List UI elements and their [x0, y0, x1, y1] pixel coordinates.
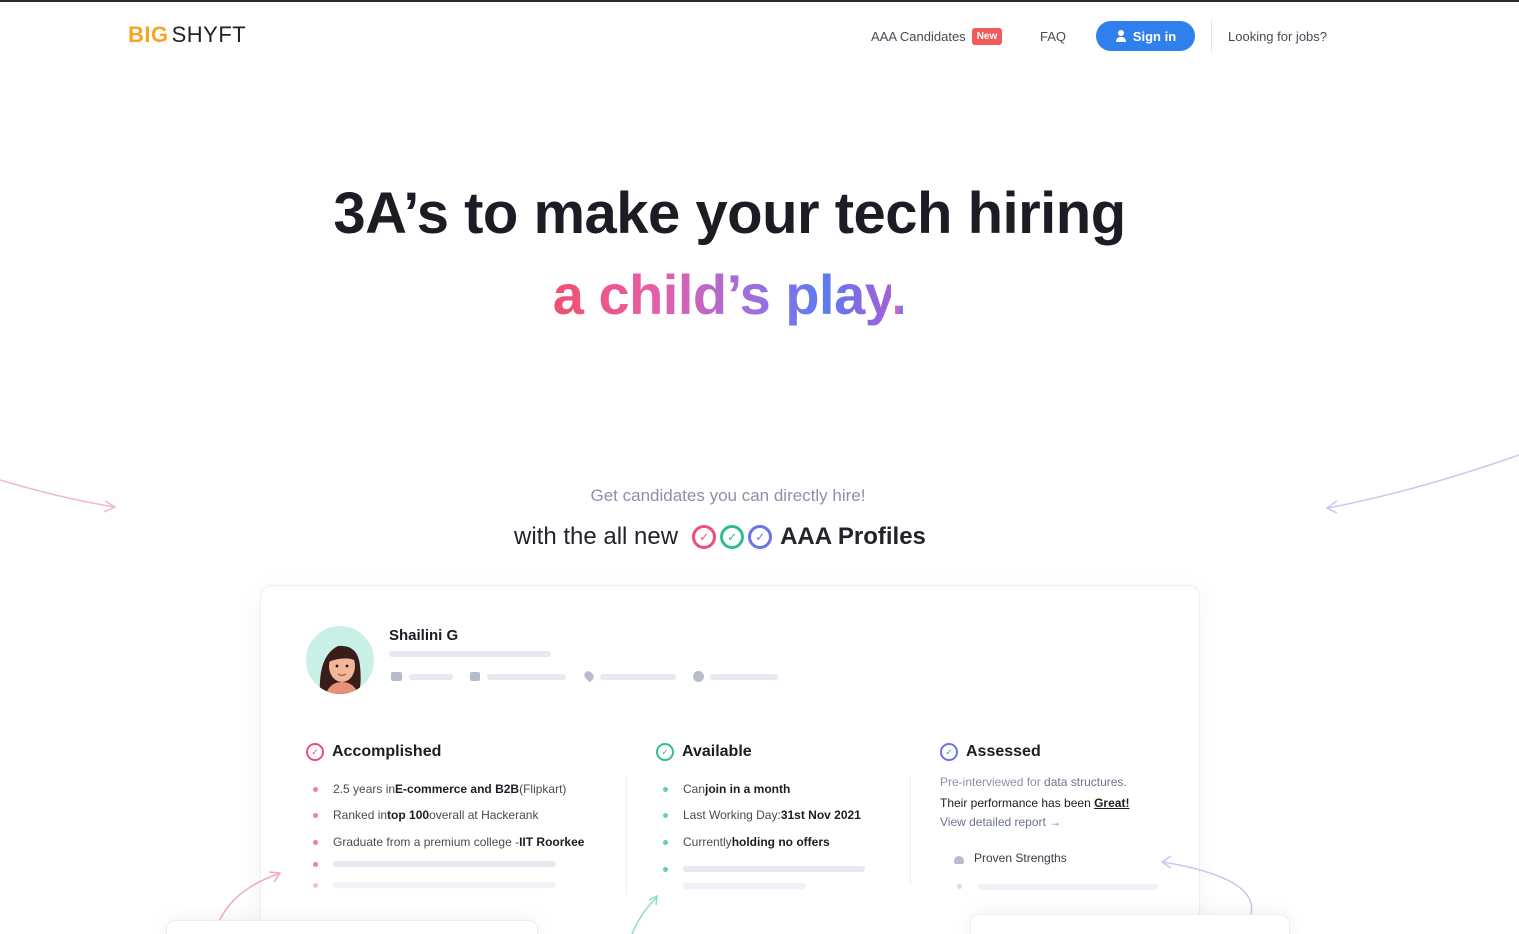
column-divider	[626, 775, 627, 895]
skeleton-line	[978, 884, 1158, 890]
curved-arrow-decoration	[217, 871, 282, 925]
skeleton-line	[389, 651, 551, 657]
list-item: Can join in a month	[683, 782, 791, 796]
with-text: with the all new	[514, 523, 679, 550]
hero-gradient-text: a child’s play	[552, 263, 892, 326]
right-arrow-decoration	[1325, 454, 1519, 514]
check-ring-icon: ✓	[692, 525, 717, 549]
bullet-dot	[313, 840, 318, 845]
skeleton-line	[710, 674, 778, 680]
sign-in-label: Sign in	[1132, 28, 1177, 44]
list-item: Currently holding no offers	[683, 835, 830, 849]
header: BIG SHYFT AAA Candidates New FAQ Sign in …	[0, 2, 1519, 68]
list-item: Graduate from a premium college - IIT Ro…	[333, 835, 585, 849]
hero-subtitle: a child’s play.	[0, 262, 1459, 327]
skeleton-line	[683, 883, 806, 889]
avatar-illustration	[319, 645, 361, 694]
check-ring-icon: ✓	[306, 743, 324, 761]
clock-icon	[693, 671, 704, 682]
nav-aaa-candidates[interactable]: AAA Candidates New	[871, 28, 1003, 45]
view-report-link[interactable]: View detailed report →	[940, 815, 1061, 829]
curved-arrow-decoration	[1160, 855, 1253, 915]
skeleton-line	[487, 674, 566, 680]
aaa-profiles-label: AAA Profiles	[780, 523, 926, 550]
bullet-dot	[663, 813, 668, 818]
bullet-dot	[663, 787, 668, 792]
bullet-dot	[313, 813, 318, 818]
available-label: Available	[682, 743, 752, 760]
assessed-title: ✓ Assessed	[940, 743, 1041, 761]
wallet-icon	[470, 672, 480, 681]
preview-card-right	[970, 914, 1290, 934]
bullet-dot	[313, 883, 318, 888]
aaa-icons: ✓ ✓ ✓	[692, 525, 773, 549]
bullet-dot	[957, 884, 962, 889]
list-item: 2.5 years in E-commerce and B2B (Flipkar…	[333, 782, 567, 796]
logo[interactable]: BIG SHYFT	[128, 22, 246, 48]
logo-shyft: SHYFT	[171, 22, 247, 47]
list-item: Ranked in top 100 overall at Hackerank	[333, 808, 539, 822]
skeleton-line	[333, 861, 556, 867]
bullet-dot	[313, 862, 318, 867]
nav-faq[interactable]: FAQ	[1040, 29, 1066, 44]
curved-arrow-decoration	[631, 894, 658, 934]
check-ring-icon: ✓	[748, 525, 773, 549]
bullet-dot	[663, 840, 668, 845]
skeleton-line	[683, 866, 865, 872]
user-icon	[1115, 29, 1127, 43]
skeleton-line	[333, 882, 556, 888]
hero-dot: .	[891, 263, 907, 326]
proven-strengths-label: Proven Strengths	[974, 851, 1067, 865]
arm-icon	[954, 853, 966, 864]
check-ring-icon: ✓	[720, 525, 745, 549]
proven-strengths: Proven Strengths	[954, 851, 1067, 865]
candidate-name: Shailini G	[389, 627, 459, 644]
skeleton-line	[600, 674, 676, 680]
available-title: ✓ Available	[656, 743, 752, 761]
avatar	[306, 626, 374, 694]
nav-aaa-label: AAA Candidates	[871, 29, 966, 44]
intro-tagline: with the all new ✓ ✓ ✓ AAA Profiles	[514, 520, 926, 554]
new-badge: New	[971, 28, 1003, 45]
check-ring-icon: ✓	[940, 743, 958, 761]
accomplished-label: Accomplished	[332, 743, 442, 760]
logo-big: BIG	[128, 22, 169, 47]
preview-card-left	[166, 920, 538, 934]
skeleton-line	[409, 674, 453, 680]
nav-divider	[1211, 20, 1212, 52]
column-divider	[910, 775, 911, 885]
assessed-interview-text: Pre-interviewed for data structures.	[940, 775, 1127, 789]
bullet-dot	[313, 787, 318, 792]
assessed-label: Assessed	[966, 743, 1041, 760]
briefcase-icon	[391, 672, 402, 681]
sign-in-button[interactable]: Sign in	[1096, 21, 1195, 51]
nav-looking-for-jobs[interactable]: Looking for jobs?	[1228, 29, 1327, 44]
accomplished-title: ✓ Accomplished	[306, 743, 441, 761]
check-ring-icon: ✓	[656, 743, 674, 761]
intro-subtitle: Get candidates you can directly hire!	[590, 486, 866, 505]
assessed-performance-text: Their performance has been Great!	[940, 796, 1130, 810]
hero-title: 3A’s to make your tech hiring	[333, 181, 1126, 246]
list-item: Last Working Day: 31st Nov 2021	[683, 808, 861, 822]
bullet-dot	[663, 867, 668, 872]
